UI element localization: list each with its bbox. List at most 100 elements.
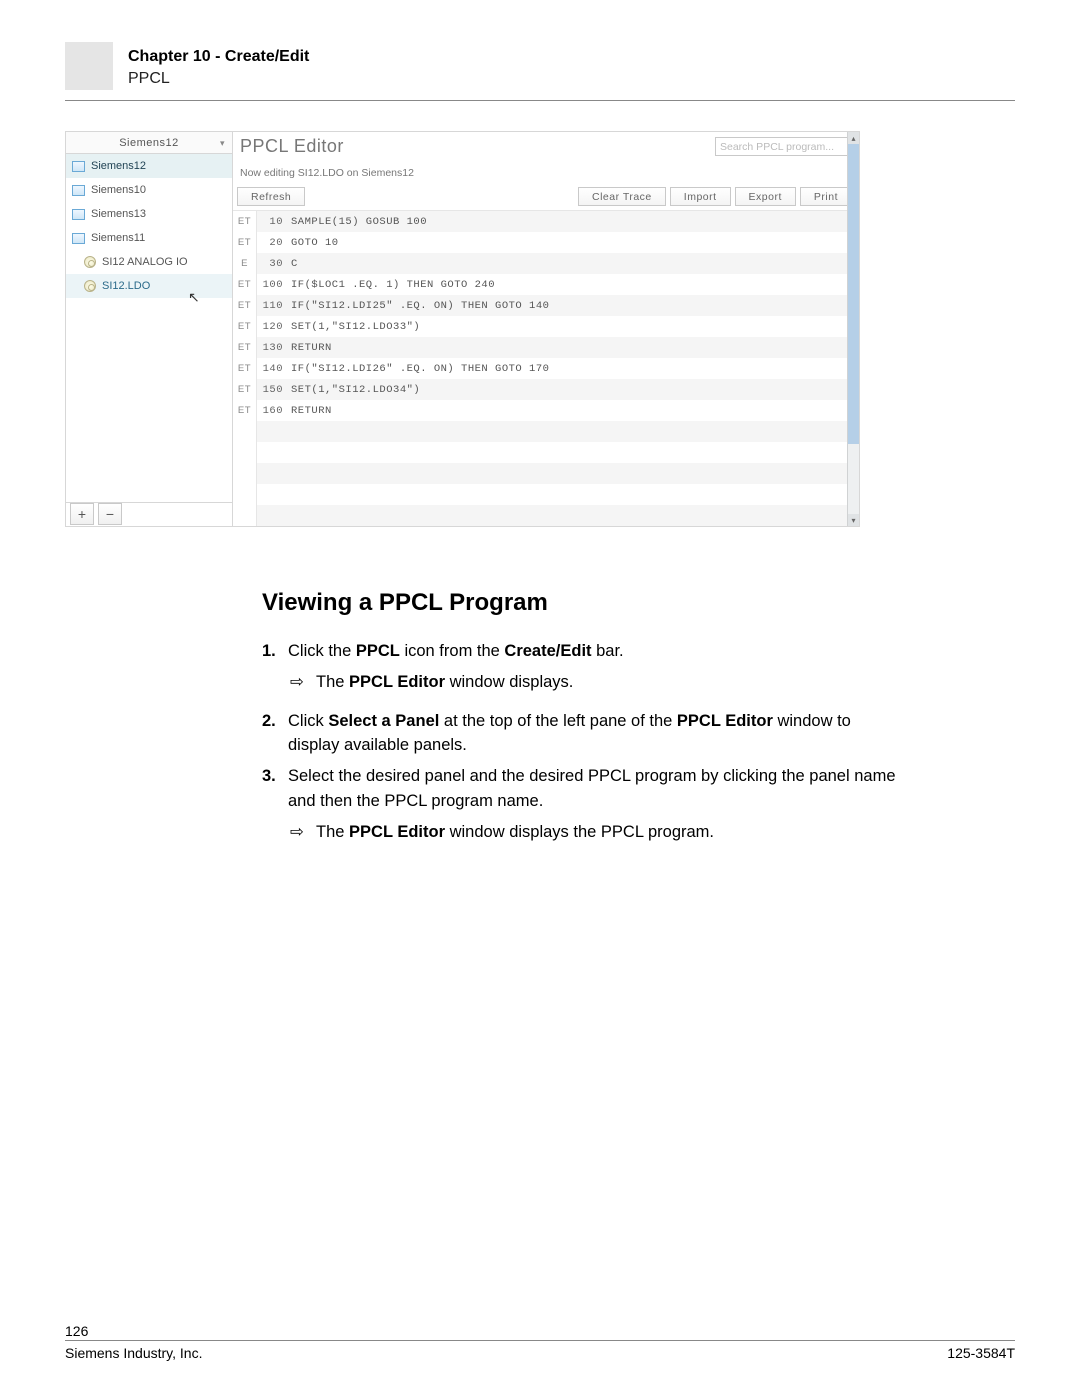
line-number: 130 bbox=[257, 342, 291, 354]
vertical-scrollbar[interactable]: ▴ ▾ bbox=[847, 132, 859, 526]
tree-item-label: SI12.LDO bbox=[102, 280, 150, 292]
remove-button[interactable]: − bbox=[98, 503, 122, 525]
tree-program-item[interactable]: SI12.LDO bbox=[66, 274, 232, 298]
export-button[interactable]: Export bbox=[735, 187, 796, 206]
line-code: GOTO 10 bbox=[291, 237, 859, 249]
code-line[interactable]: E30C bbox=[233, 253, 859, 274]
line-number: 120 bbox=[257, 321, 291, 333]
search-input[interactable]: Search PPCL program... bbox=[715, 137, 849, 156]
code-line[interactable] bbox=[233, 463, 859, 484]
editor-title: PPCL Editor bbox=[240, 136, 715, 157]
line-number: 110 bbox=[257, 300, 291, 312]
add-button[interactable]: + bbox=[70, 503, 94, 525]
tree-item-label: Siemens11 bbox=[91, 232, 145, 244]
step-number: 2. bbox=[262, 709, 288, 759]
step-3-result: ⇨ The PPCL Editor window displays the PP… bbox=[290, 820, 902, 845]
tree-item-label: Siemens10 bbox=[91, 184, 146, 196]
editor-main: PPCL Editor Search PPCL program... Now e… bbox=[233, 132, 859, 526]
code-line[interactable]: ET140IF("SI12.LDI26" .EQ. ON) THEN GOTO … bbox=[233, 358, 859, 379]
tree-panel-item[interactable]: Siemens11 bbox=[66, 226, 232, 250]
line-status bbox=[233, 442, 257, 463]
result-arrow-icon: ⇨ bbox=[290, 820, 316, 845]
sidebar-footer: + − bbox=[66, 502, 232, 526]
line-status: ET bbox=[233, 379, 257, 400]
line-code: SET(1,"SI12.LDO34") bbox=[291, 384, 859, 396]
line-status bbox=[233, 484, 257, 505]
panel-icon bbox=[72, 161, 85, 172]
line-code: RETURN bbox=[291, 342, 859, 354]
page-footer: Siemens Industry, Inc. 125-3584T bbox=[65, 1340, 1015, 1361]
step-number: 3. bbox=[262, 764, 288, 814]
tree-program-item[interactable]: SI12 ANALOG IO bbox=[66, 250, 232, 274]
tree-panel-item[interactable]: Siemens10 bbox=[66, 178, 232, 202]
result-arrow-icon: ⇨ bbox=[290, 670, 316, 695]
page-number: 126 bbox=[65, 1323, 88, 1339]
refresh-button[interactable]: Refresh bbox=[237, 187, 305, 206]
line-status: ET bbox=[233, 316, 257, 337]
chapter-subtitle: PPCL bbox=[128, 70, 309, 88]
panel-icon bbox=[72, 233, 85, 244]
line-status: ET bbox=[233, 337, 257, 358]
ppcl-editor-window: Siemens12 ▾ Siemens12Siemens10Siemens13S… bbox=[65, 131, 860, 527]
code-line[interactable]: ET160RETURN bbox=[233, 400, 859, 421]
code-line[interactable]: ET130RETURN bbox=[233, 337, 859, 358]
line-number: 140 bbox=[257, 363, 291, 375]
print-button[interactable]: Print bbox=[800, 187, 852, 206]
program-icon bbox=[84, 280, 96, 292]
code-line[interactable] bbox=[233, 484, 859, 505]
footer-right: 125-3584T bbox=[947, 1345, 1015, 1361]
line-status: ET bbox=[233, 232, 257, 253]
body-text: Viewing a PPCL Program 1. Click the PPCL… bbox=[262, 585, 902, 844]
code-line[interactable] bbox=[233, 442, 859, 463]
step-number: 1. bbox=[262, 639, 288, 664]
code-area[interactable]: ET10SAMPLE(15) GOSUB 100ET20GOTO 10E30CE… bbox=[233, 211, 859, 526]
section-heading: Viewing a PPCL Program bbox=[262, 585, 902, 621]
code-line[interactable]: ET150SET(1,"SI12.LDO34") bbox=[233, 379, 859, 400]
tree-panel-item[interactable]: Siemens13 bbox=[66, 202, 232, 226]
line-number: 150 bbox=[257, 384, 291, 396]
sidebar: Siemens12 ▾ Siemens12Siemens10Siemens13S… bbox=[66, 132, 233, 526]
line-code: RETURN bbox=[291, 405, 859, 417]
line-number: 100 bbox=[257, 279, 291, 291]
line-status bbox=[233, 463, 257, 484]
chevron-down-icon: ▾ bbox=[220, 138, 225, 149]
scroll-up-icon[interactable]: ▴ bbox=[848, 132, 859, 144]
step-1-result: ⇨ The PPCL Editor window displays. bbox=[290, 670, 902, 695]
step-3: 3. Select the desired panel and the desi… bbox=[262, 764, 902, 814]
line-number: 20 bbox=[257, 237, 291, 249]
code-line[interactable]: ET20GOTO 10 bbox=[233, 232, 859, 253]
line-code: IF($LOC1 .EQ. 1) THEN GOTO 240 bbox=[291, 279, 859, 291]
footer-left: Siemens Industry, Inc. bbox=[65, 1345, 947, 1361]
code-line[interactable]: ET120SET(1,"SI12.LDO33") bbox=[233, 316, 859, 337]
step-2: 2. Click Select a Panel at the top of th… bbox=[262, 709, 902, 759]
tree-item-label: SI12 ANALOG IO bbox=[102, 256, 188, 268]
import-button[interactable]: Import bbox=[670, 187, 731, 206]
panel-icon bbox=[72, 185, 85, 196]
line-status: ET bbox=[233, 211, 257, 232]
line-status: ET bbox=[233, 274, 257, 295]
code-line[interactable] bbox=[233, 505, 859, 526]
line-status: ET bbox=[233, 400, 257, 421]
clear-trace-button[interactable]: Clear Trace bbox=[578, 187, 666, 206]
step-text: Select the desired panel and the desired… bbox=[288, 764, 902, 814]
panel-selector-dropdown[interactable]: Siemens12 ▾ bbox=[66, 132, 232, 154]
code-line[interactable]: ET10SAMPLE(15) GOSUB 100 bbox=[233, 211, 859, 232]
chapter-title: Chapter 10 - Create/Edit bbox=[128, 48, 309, 66]
code-line[interactable]: ET100IF($LOC1 .EQ. 1) THEN GOTO 240 bbox=[233, 274, 859, 295]
tree-item-label: Siemens13 bbox=[91, 208, 146, 220]
line-number: 30 bbox=[257, 258, 291, 270]
tree-item-label: Siemens12 bbox=[91, 160, 146, 172]
panel-tree: Siemens12 Siemens10 Siemens13 Siemens11 SI12… bbox=[66, 154, 232, 502]
panel-selector-value: Siemens12 bbox=[119, 137, 179, 149]
code-line[interactable] bbox=[233, 421, 859, 442]
program-icon bbox=[84, 256, 96, 268]
line-status bbox=[233, 421, 257, 442]
step-text: Click Select a Panel at the top of the l… bbox=[288, 709, 902, 759]
scroll-down-icon[interactable]: ▾ bbox=[848, 514, 859, 526]
line-code: SAMPLE(15) GOSUB 100 bbox=[291, 216, 859, 228]
header-square-icon bbox=[65, 42, 113, 90]
tree-panel-item[interactable]: Siemens12 bbox=[66, 154, 232, 178]
code-line[interactable]: ET110IF("SI12.LDI25" .EQ. ON) THEN GOTO … bbox=[233, 295, 859, 316]
search-placeholder: Search PPCL program... bbox=[720, 141, 834, 153]
scroll-thumb[interactable] bbox=[848, 144, 859, 444]
